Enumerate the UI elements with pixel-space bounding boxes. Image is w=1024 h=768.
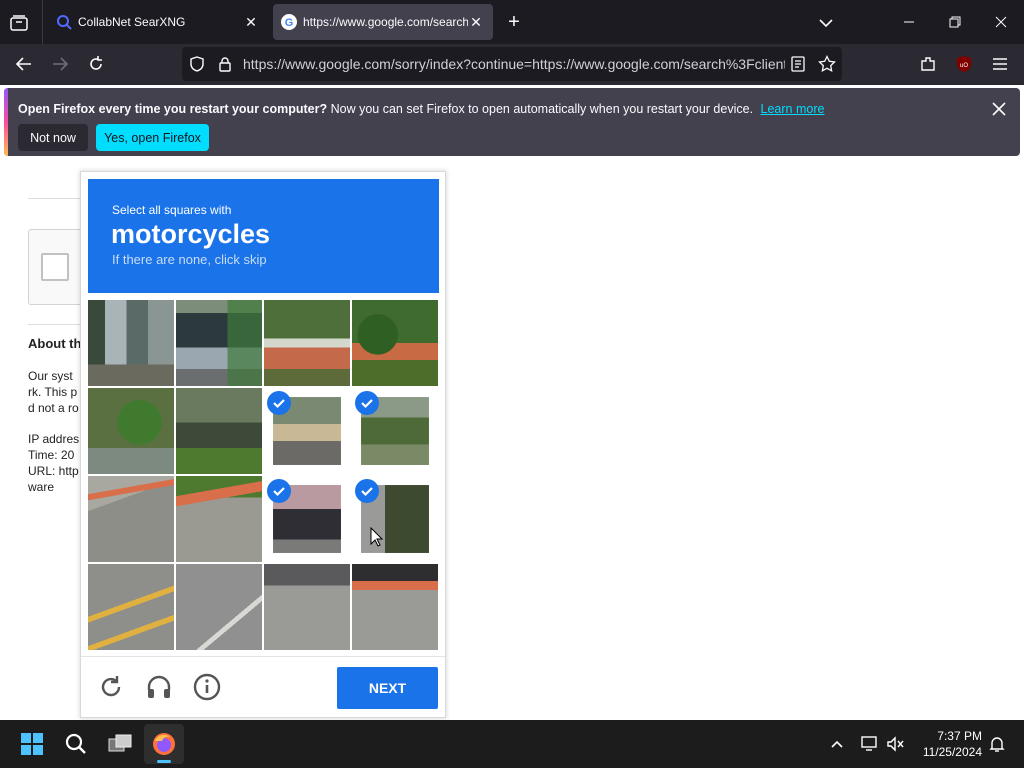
tab-bar: CollabNet SearXNG ✕ G https://www.google… [0, 0, 1024, 44]
challenge-target: motorcycles [111, 219, 271, 249]
notification-accent [4, 88, 8, 156]
info-icon[interactable] [192, 672, 222, 702]
navigation-bar: https://www.google.com/sorry/index?conti… [0, 44, 1024, 85]
close-window-button[interactable] [978, 0, 1024, 44]
next-button[interactable]: NEXT [337, 667, 438, 709]
reload-challenge-icon[interactable] [96, 672, 126, 702]
grid-tile[interactable] [88, 388, 174, 474]
shield-icon[interactable] [189, 56, 205, 77]
notification-bell-icon[interactable] [988, 735, 1006, 758]
network-icon[interactable] [860, 735, 880, 758]
extensions-icon[interactable] [912, 48, 944, 80]
reload-button[interactable] [80, 48, 112, 80]
forward-button[interactable] [44, 48, 76, 80]
grid-tile[interactable] [264, 300, 350, 386]
grid-tile[interactable] [88, 564, 174, 650]
grid-tile-selected[interactable] [352, 476, 438, 562]
close-tab-icon[interactable]: ✕ [242, 13, 260, 31]
grid-tile[interactable] [176, 388, 262, 474]
grid-tile[interactable] [352, 300, 438, 386]
not-now-button[interactable]: Not now [18, 124, 88, 151]
grid-tile[interactable] [88, 300, 174, 386]
selected-check-icon [267, 479, 291, 503]
challenge-hint: If there are none, click skip [112, 252, 267, 267]
url-text[interactable]: https://www.google.com/sorry/index?conti… [243, 56, 785, 72]
page-line: URL: http [28, 464, 79, 478]
volume-muted-icon[interactable] [886, 735, 906, 758]
notification-text: Now you can set Firefox to open automati… [330, 102, 754, 116]
about-heading: About th [28, 336, 82, 351]
grid-tile[interactable] [176, 300, 262, 386]
reader-view-icon[interactable] [790, 56, 806, 77]
image-grid [88, 300, 439, 651]
selected-check-icon [355, 391, 379, 415]
clock-time: 7:37 PM [937, 729, 982, 743]
back-button[interactable] [8, 48, 40, 80]
grid-tile-selected[interactable] [352, 388, 438, 474]
selected-check-icon [267, 391, 291, 415]
audio-challenge-icon[interactable] [144, 672, 174, 702]
tab-label: CollabNet SearXNG [78, 15, 186, 29]
recaptcha-challenge: Select all squares with motorcycles If t… [80, 171, 446, 718]
divider [28, 324, 88, 325]
url-bar[interactable]: https://www.google.com/sorry/index?conti… [182, 47, 842, 81]
new-tab-icon[interactable]: + [503, 12, 525, 34]
challenge-header: Select all squares with motorcycles If t… [88, 179, 439, 293]
grid-tile[interactable] [88, 476, 174, 562]
mouse-cursor [370, 526, 384, 552]
chevron-up-icon[interactable] [830, 737, 844, 756]
yes-open-firefox-button[interactable]: Yes, open Firefox [96, 124, 209, 151]
page-line: d not a ro [28, 401, 79, 415]
active-app-indicator [157, 760, 171, 763]
list-tabs-icon[interactable] [815, 12, 837, 34]
grid-tile[interactable] [176, 564, 262, 650]
clock-date: 11/25/2024 [922, 745, 982, 759]
recaptcha-box [28, 229, 88, 305]
grid-tile[interactable] [264, 564, 350, 650]
svg-text:G: G [285, 17, 294, 29]
tab-divider [42, 0, 43, 44]
page-line: rk. This p [28, 385, 78, 399]
start-button[interactable] [12, 724, 52, 764]
svg-text:uO: uO [960, 63, 968, 69]
tab-google[interactable]: G https://www.google.com/search?q ✕ [273, 4, 493, 40]
divider [28, 198, 88, 199]
challenge-footer: NEXT [81, 656, 445, 718]
page-line: IP addres [28, 432, 80, 446]
challenge-prefix: Select all squares with [112, 203, 232, 217]
grid-tile-selected[interactable] [264, 476, 350, 562]
restore-button[interactable] [932, 0, 978, 44]
tab-overview-icon[interactable] [8, 12, 30, 34]
system-clock[interactable]: 7:37 PM 11/25/2024 [914, 728, 982, 760]
lock-icon[interactable] [217, 56, 233, 77]
task-view-icon[interactable] [100, 724, 140, 764]
tab-label: https://www.google.com/search?q [303, 15, 468, 29]
grid-tile-selected[interactable] [264, 388, 350, 474]
tab-searxng[interactable]: CollabNet SearXNG ✕ [48, 4, 268, 40]
minimize-button[interactable] [886, 0, 932, 44]
menu-icon[interactable] [984, 48, 1016, 80]
recaptcha-checkbox[interactable] [41, 253, 69, 281]
notification-message: Open Firefox every time you restart your… [18, 102, 824, 116]
bookmark-star-icon[interactable] [818, 54, 836, 78]
learn-more-link[interactable]: Learn more [761, 102, 825, 116]
close-tab-icon[interactable]: ✕ [467, 13, 485, 31]
grid-tile[interactable] [176, 476, 262, 562]
ublock-origin-icon[interactable]: uO [948, 48, 980, 80]
grid-tile[interactable] [352, 564, 438, 650]
close-notification-icon[interactable] [990, 100, 1008, 118]
taskbar: 7:37 PM 11/25/2024 [0, 720, 1024, 768]
search-icon[interactable] [56, 724, 96, 764]
firefox-taskbar-icon[interactable] [144, 724, 184, 764]
selected-check-icon [355, 479, 379, 503]
page-line: ware [28, 480, 55, 494]
restart-notification-bar: Open Firefox every time you restart your… [4, 88, 1020, 156]
page-line: Time: 20 [28, 448, 75, 462]
google-icon: G [281, 14, 297, 33]
searxng-icon [56, 14, 72, 33]
notification-bold-text: Open Firefox every time you restart your… [18, 102, 328, 116]
page-line: Our syst [28, 369, 73, 383]
